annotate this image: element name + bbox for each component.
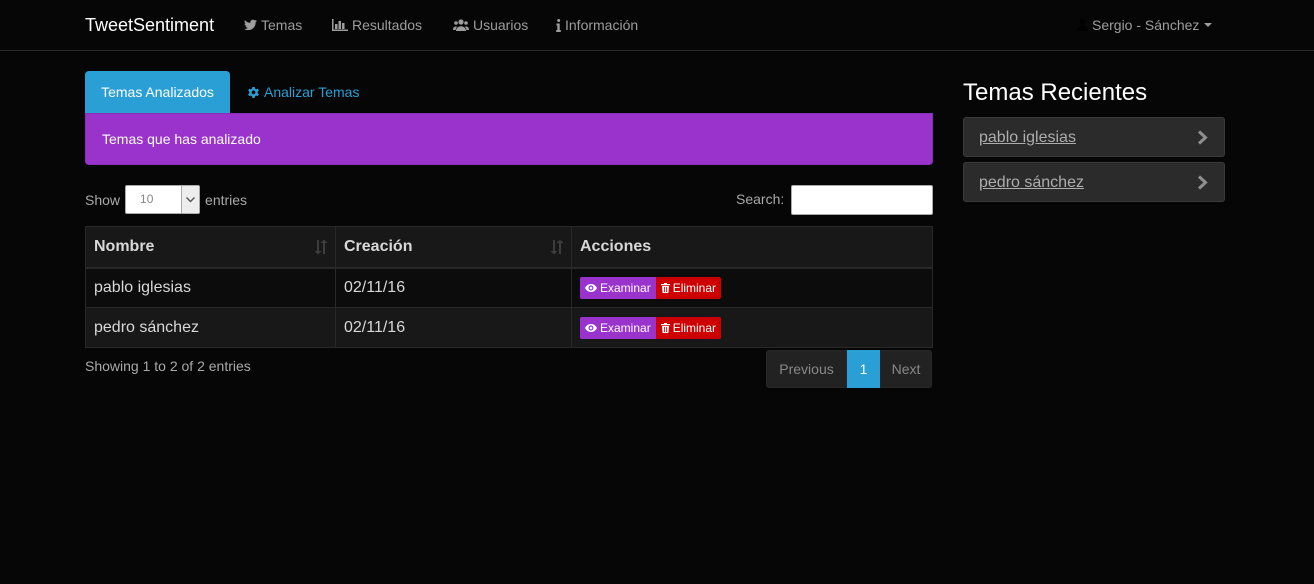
entries-length-control: Show 10 entries bbox=[85, 185, 247, 214]
eliminar-label: Eliminar bbox=[672, 320, 717, 335]
search-label: Search: bbox=[736, 191, 785, 207]
table-info: Showing 1 to 2 of 2 entries bbox=[85, 358, 251, 374]
show-label: Show bbox=[85, 191, 121, 208]
cell-creacion: 02/11/16 bbox=[335, 267, 572, 308]
users-icon bbox=[453, 19, 469, 31]
table-row: pedro sánchez 02/11/16 Examinar Eliminar bbox=[85, 307, 933, 348]
search-input[interactable] bbox=[791, 185, 933, 215]
column-header-nombre[interactable]: Nombre bbox=[85, 226, 336, 269]
eliminar-button[interactable]: Eliminar bbox=[655, 276, 722, 299]
chevron-down-icon bbox=[181, 186, 200, 213]
sidebar-item-pablo-iglesias[interactable]: pablo iglesias bbox=[963, 117, 1225, 157]
nav-item-resultados-label: Resultados bbox=[352, 17, 423, 33]
entries-select[interactable]: 10 bbox=[125, 185, 201, 214]
cell-creacion: 02/11/16 bbox=[335, 307, 572, 348]
twitter-icon bbox=[244, 19, 257, 31]
brand-link[interactable]: TweetSentiment bbox=[85, 15, 214, 36]
column-header-creacion-label: Creación bbox=[344, 237, 413, 255]
column-header-nombre-label: Nombre bbox=[94, 237, 155, 255]
column-header-acciones: Acciones bbox=[571, 226, 933, 269]
cell-nombre: pablo iglesias bbox=[85, 267, 336, 308]
bar-chart-icon bbox=[332, 19, 348, 31]
tab-temas-analizados-label: Temas Analizados bbox=[101, 84, 214, 100]
eliminar-button[interactable]: Eliminar bbox=[655, 316, 722, 339]
tab-temas-analizados[interactable]: Temas Analizados bbox=[85, 71, 230, 113]
pagination: Previous 1 Next bbox=[766, 350, 932, 388]
tabs: Temas Analizados Analizar Temas bbox=[85, 71, 933, 113]
table-header-row: Nombre Creación Acciones bbox=[85, 226, 933, 269]
nav-item-temas-label: Temas bbox=[261, 17, 303, 33]
table-row: pablo iglesias 02/11/16 Examinar Eliminar bbox=[85, 267, 933, 308]
chevron-right-icon bbox=[1197, 130, 1208, 145]
trash-icon bbox=[660, 322, 670, 333]
chevron-down-icon bbox=[1204, 23, 1213, 27]
sort-icon bbox=[314, 239, 328, 255]
nav-item-temas[interactable]: Temas bbox=[244, 17, 302, 33]
trash-icon bbox=[660, 282, 670, 293]
cell-acciones: Examinar Eliminar bbox=[571, 307, 933, 348]
pagination-next-button[interactable]: Next bbox=[880, 350, 932, 388]
examinar-button[interactable]: Examinar bbox=[580, 276, 656, 299]
user-menu[interactable]: Sergio - Sánchez bbox=[1077, 17, 1213, 33]
entries-select-value: 10 bbox=[140, 192, 154, 206]
examinar-button[interactable]: Examinar bbox=[580, 316, 656, 339]
entries-label: entries bbox=[205, 191, 248, 208]
column-header-acciones-label: Acciones bbox=[580, 237, 652, 255]
nav-item-usuarios[interactable]: Usuarios bbox=[453, 17, 528, 33]
examinar-label: Examinar bbox=[600, 280, 651, 295]
user-icon bbox=[1077, 19, 1088, 31]
eye-icon bbox=[585, 283, 597, 292]
examinar-label: Examinar bbox=[600, 320, 651, 335]
user-name: Sergio - Sánchez bbox=[1092, 17, 1200, 33]
navbar: TweetSentiment Temas Resultados Usuarios… bbox=[0, 0, 1314, 51]
chevron-right-icon bbox=[1197, 175, 1208, 190]
gear-icon bbox=[248, 86, 259, 98]
temas-table: Nombre Creación Acciones pablo iglesias … bbox=[85, 226, 933, 348]
pagination-previous-button[interactable]: Previous bbox=[766, 350, 847, 388]
column-header-creacion[interactable]: Creación bbox=[335, 226, 572, 269]
nav-item-usuarios-label: Usuarios bbox=[473, 17, 529, 33]
cell-acciones: Examinar Eliminar bbox=[571, 267, 933, 308]
pagination-page-1[interactable]: 1 bbox=[847, 350, 880, 388]
sort-icon bbox=[550, 239, 564, 255]
sidebar-item-label: pablo iglesias bbox=[979, 129, 1076, 146]
eye-icon bbox=[585, 323, 597, 332]
sidebar-item-label: pedro sánchez bbox=[979, 174, 1084, 191]
alert-banner: Temas que has analizado bbox=[85, 113, 933, 165]
nav-item-informacion-label: Información bbox=[565, 17, 639, 33]
sidebar-title: Temas Recientes bbox=[963, 79, 1148, 106]
cell-nombre: pedro sánchez bbox=[85, 307, 336, 348]
tab-analizar-temas[interactable]: Analizar Temas bbox=[247, 84, 359, 100]
nav-item-resultados[interactable]: Resultados bbox=[332, 17, 422, 33]
info-icon bbox=[556, 18, 561, 32]
eliminar-label: Eliminar bbox=[672, 280, 717, 295]
sidebar-item-pedro-sanchez[interactable]: pedro sánchez bbox=[963, 162, 1225, 202]
tab-analizar-temas-label: Analizar Temas bbox=[264, 84, 360, 100]
nav-item-informacion[interactable]: Información bbox=[556, 17, 638, 33]
